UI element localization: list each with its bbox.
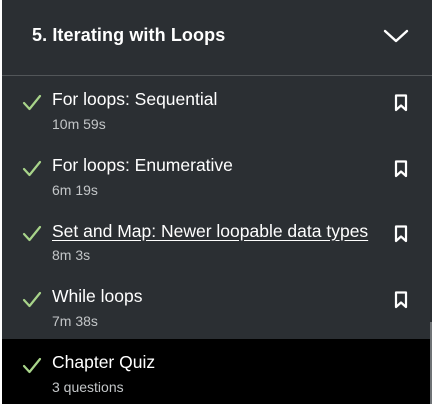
check-icon (22, 357, 42, 374)
chevron-down-icon[interactable] (382, 26, 410, 46)
bookmark-icon[interactable] (394, 160, 408, 178)
lesson-title[interactable]: While loops (52, 286, 142, 307)
quiz-item[interactable]: Chapter Quiz 3 questions (2, 339, 432, 404)
question-count: 3 questions (52, 379, 124, 395)
lesson-title[interactable]: Chapter Quiz (52, 352, 155, 373)
lesson-duration: 7m 38s (52, 313, 98, 329)
lesson-item[interactable]: For loops: Sequential 10m 59s (2, 76, 432, 142)
lesson-item[interactable]: Set and Map: Newer loopable data types 8… (2, 207, 432, 273)
lesson-title[interactable]: Set and Map: Newer loopable data types (52, 221, 368, 242)
lesson-duration: 6m 19s (52, 182, 98, 198)
lesson-title[interactable]: For loops: Sequential (52, 89, 217, 110)
check-icon (22, 291, 42, 308)
check-icon (22, 225, 42, 242)
lesson-duration: 10m 59s (52, 116, 106, 132)
lesson-title[interactable]: For loops: Enumerative (52, 155, 233, 176)
lesson-duration: 8m 3s (52, 247, 91, 263)
lesson-item[interactable]: While loops 7m 38s (2, 273, 432, 339)
lesson-item[interactable]: For loops: Enumerative 6m 19s (2, 142, 432, 208)
course-contents-panel: 5. Iterating with Loops For loops: Seque… (2, 0, 432, 404)
check-icon (22, 94, 42, 111)
check-icon (22, 160, 42, 177)
chapter-title: 5. Iterating with Loops (32, 25, 226, 45)
scrollbar[interactable] (430, 322, 432, 404)
chapter-header[interactable]: 5. Iterating with Loops (2, 0, 432, 76)
bookmark-icon[interactable] (394, 94, 408, 112)
bookmark-icon[interactable] (394, 291, 408, 309)
bookmark-icon[interactable] (394, 225, 408, 243)
